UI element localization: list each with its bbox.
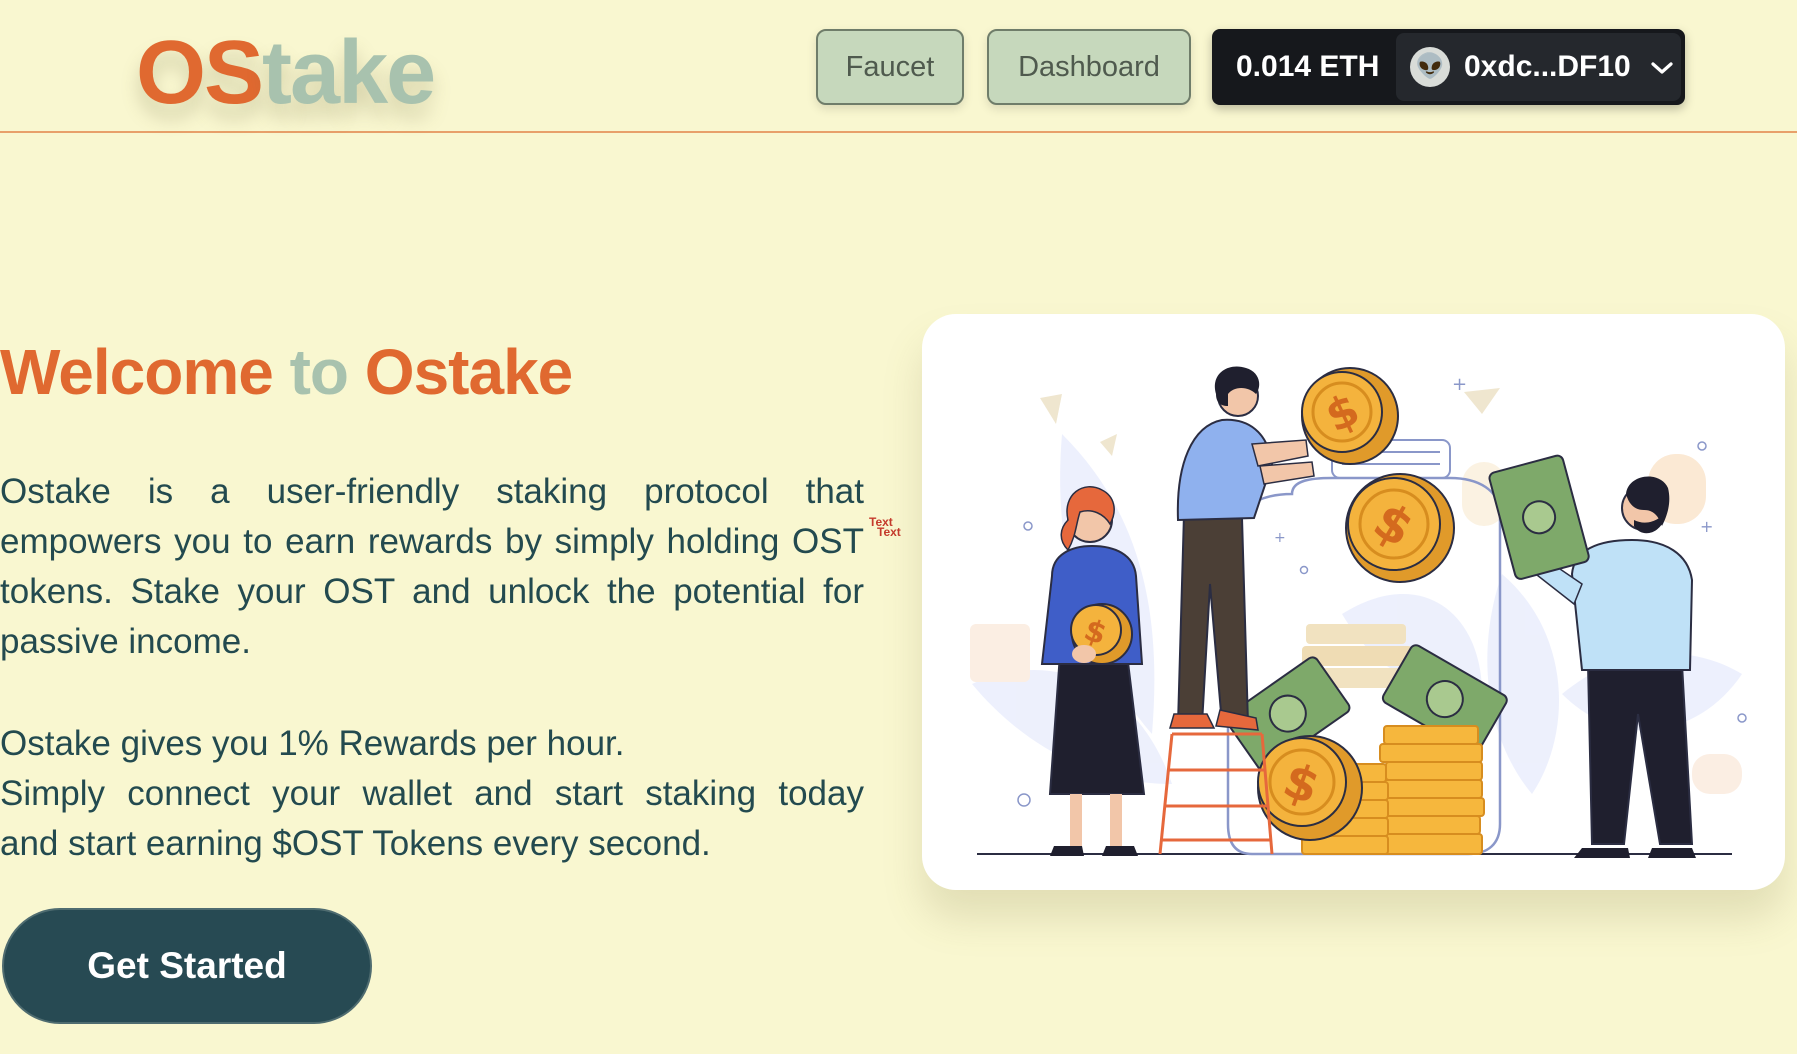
staking-illustration-card: + + + +: [922, 314, 1785, 890]
chevron-down-icon: [1650, 33, 1674, 101]
ostake-logo[interactable]: OStake: [136, 22, 436, 125]
logo-part-os: OS: [136, 23, 264, 123]
wallet-widget: 0.014 ETH 👽 0xdc...DF10: [1212, 29, 1685, 105]
svg-text:+: +: [1274, 530, 1286, 546]
connect-text: Simply connect your wallet and start sta…: [0, 774, 864, 813]
get-started-button[interactable]: Get Started: [2, 908, 372, 1024]
intro-paragraph: Ostake is a user-friendly staking protoc…: [0, 472, 864, 661]
account-button[interactable]: 👽 0xdc...DF10: [1396, 33, 1681, 101]
page-title: Welcome to Ostake: [0, 335, 573, 409]
earning-text: and start earning $OST Tokens every seco…: [0, 824, 711, 863]
decor-triangle: [1100, 434, 1117, 456]
decor-triangle: [1464, 388, 1500, 414]
svg-text:+: +: [1452, 374, 1467, 395]
eth-balance[interactable]: 0.014 ETH: [1236, 29, 1379, 105]
title-to: to: [289, 336, 349, 408]
alien-avatar-icon: 👽: [1410, 47, 1450, 87]
rewards-text: Ostake gives you 1% Rewards per hour.: [0, 724, 625, 763]
decor-triangle: [1040, 394, 1062, 424]
top-header: OStake Faucet Dashboard 0.014 ETH 👽 0xdc…: [0, 0, 1797, 133]
text-mark: Text Text: [869, 516, 901, 538]
wallet-address: 0xdc...DF10: [1464, 50, 1631, 83]
title-welcome: Welcome: [0, 336, 274, 408]
logo-part-take: take: [262, 23, 436, 123]
coin-icon: $: [1257, 735, 1363, 841]
faucet-button[interactable]: Faucet: [816, 29, 964, 105]
dashboard-button[interactable]: Dashboard: [987, 29, 1191, 105]
coin-icon: $: [1301, 367, 1399, 465]
coin-icon: $: [1345, 473, 1455, 583]
title-ostake: Ostake: [364, 336, 573, 408]
staking-illustration: + + + +: [970, 366, 1747, 858]
svg-text:+: +: [1700, 517, 1713, 536]
